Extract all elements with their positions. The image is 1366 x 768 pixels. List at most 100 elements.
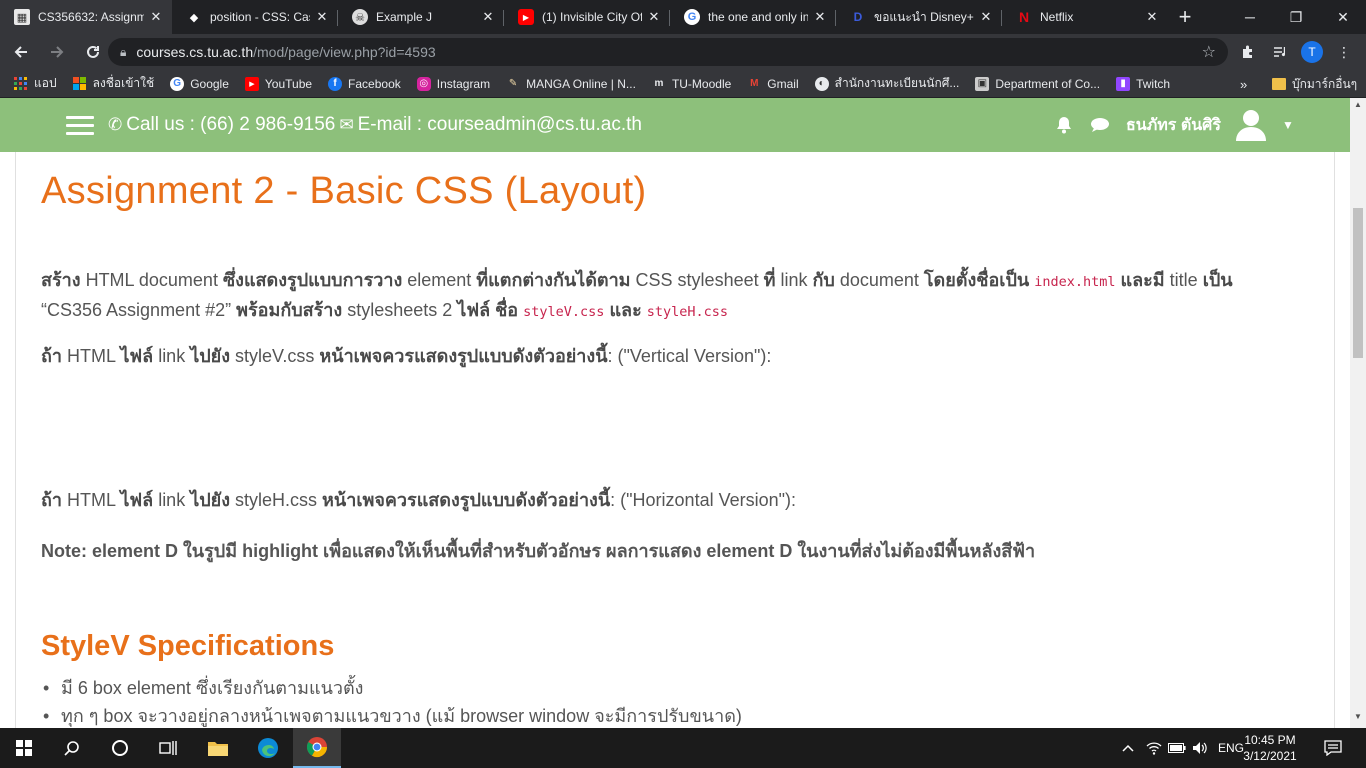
notifications-bell-icon[interactable] [1056, 98, 1072, 152]
bookmark-apps[interactable]: แอป [14, 74, 57, 93]
disney-icon: D [853, 10, 863, 24]
moodle-icon: m [654, 78, 664, 89]
contact-info: ✆ Call us : (66) 2 986-9156 ✉ E-mail : c… [108, 98, 642, 152]
google-icon: G [170, 76, 185, 91]
tab-title: position - CSS: Cas [210, 10, 310, 24]
spec-list: มี 6 box element ซึ่งเรียงกันตามแนวตั้ง … [41, 674, 742, 728]
page-title: Assignment 2 - Basic CSS (Layout) [41, 170, 647, 212]
menu-kebab-icon[interactable]: ⋮ [1330, 38, 1358, 66]
bookmark-department[interactable]: ▣ Department of Co... [975, 76, 1101, 91]
tab-title: Example J [376, 10, 433, 24]
profile-avatar[interactable]: T [1298, 38, 1326, 66]
tab-google-search[interactable]: G the one and only in ✕ [670, 0, 836, 34]
url-host: courses.cs.tu.ac.th [136, 44, 254, 60]
battery-icon[interactable] [1168, 728, 1186, 768]
bookmark-signin[interactable]: ลงชื่อเข้าใช้ [72, 74, 155, 93]
user-name[interactable]: ธนภัทร ตันศิริ [1126, 98, 1221, 152]
section-title: StyleV Specifications [41, 630, 335, 662]
reload-button[interactable] [78, 37, 108, 67]
email-text: E-mail : courseadmin@cs.tu.ac.th [357, 114, 642, 135]
tab-invisible-city[interactable]: ▶ (1) Invisible City Of ✕ [504, 0, 670, 34]
messages-bubble-icon[interactable] [1090, 98, 1110, 152]
volume-icon[interactable] [1192, 728, 1208, 768]
vertical-version-paragraph: ถ้า HTML ไฟล์ link ไปยัง styleV.css หน้า… [41, 346, 772, 366]
close-icon[interactable]: ✕ [812, 9, 828, 25]
bookmark-facebook[interactable]: f Facebook [328, 76, 401, 91]
bookmark-youtube[interactable]: ▶ YouTube [244, 76, 312, 91]
bookmark-star-icon[interactable]: ☆ [1202, 42, 1216, 62]
system-clock[interactable]: 10:45 PM 3/12/2021 [1242, 732, 1298, 764]
bookmark-twitch[interactable]: ▮ Twitch [1116, 76, 1170, 91]
bookmark-google[interactable]: G Google [170, 76, 229, 91]
tab-example-j[interactable]: ☠ Example J ✕ [338, 0, 504, 34]
close-icon[interactable]: ✕ [978, 9, 994, 25]
scroll-up-arrow-icon[interactable]: ▲ [1350, 100, 1366, 114]
user-avatar-icon[interactable] [1234, 98, 1268, 152]
bookmark-tu-moodle[interactable]: m TU-Moodle [652, 77, 731, 91]
user-menu-caret-icon[interactable]: ▼ [1282, 98, 1294, 152]
call-us-text: Call us : (66) 2 986-9156 [126, 114, 336, 135]
media-control-icon[interactable] [1266, 38, 1294, 66]
tab-disney-plus[interactable]: D ขอแนะนำ Disney+ ✕ [836, 0, 1002, 34]
close-icon[interactable]: ✕ [314, 9, 330, 25]
back-button[interactable] [6, 37, 36, 67]
bookmark-label: ลงชื่อเข้าใช้ [92, 76, 155, 90]
bookmark-label: Instagram [436, 76, 491, 91]
show-hidden-icons-icon[interactable] [1122, 728, 1134, 768]
search-icon[interactable] [48, 728, 96, 768]
note-text: Note: element D ในรูปมี highlight เพื่อแ… [41, 541, 1036, 561]
bookmark-manga[interactable]: ✎ MANGA Online | N... [506, 77, 636, 91]
new-tab-button[interactable]: + [1168, 0, 1202, 34]
restore-button[interactable]: ❐ [1273, 0, 1319, 34]
twitch-icon: ▮ [1116, 76, 1131, 91]
tab-netflix[interactable]: N Netflix ✕ [1002, 0, 1168, 34]
close-window-button[interactable]: ✕ [1320, 0, 1366, 34]
wifi-icon[interactable] [1146, 728, 1162, 768]
page-viewport: ✆ Call us : (66) 2 986-9156 ✉ E-mail : c… [0, 98, 1350, 728]
file-explorer-icon[interactable] [194, 728, 242, 768]
close-icon[interactable]: ✕ [646, 9, 662, 25]
scrollbar-thumb[interactable] [1353, 208, 1363, 358]
bookmark-label: TU-Moodle [671, 76, 732, 91]
extensions-icon[interactable] [1234, 38, 1262, 66]
cortana-icon[interactable] [96, 728, 144, 768]
forward-button[interactable] [42, 37, 72, 67]
bookmark-instagram[interactable]: ◎ Instagram [416, 76, 491, 91]
youtube-icon: ▶ [244, 76, 259, 91]
microsoft-icon [72, 76, 87, 91]
other-bookmarks-label: บุ๊กมาร์กอื่นๆ [1292, 76, 1358, 91]
tab-title: Netflix [1040, 10, 1074, 24]
code-styleh-css: styleH.css [646, 304, 729, 320]
close-icon[interactable]: ✕ [148, 9, 164, 25]
clock-date: 3/12/2021 [1243, 749, 1297, 763]
tab-position-css[interactable]: ◆ position - CSS: Cas ✕ [172, 0, 338, 34]
chrome-browser-icon[interactable] [293, 728, 341, 768]
page-scrollbar[interactable]: ▲ ▼ [1350, 98, 1366, 728]
url-path: /mod/page/view.php?id=4593 [253, 44, 436, 60]
bookmark-registrar[interactable]: ◐ สำนักงานทะเบียนนักศึ... [814, 74, 960, 93]
bookmark-label: Facebook [348, 76, 401, 91]
bookmark-label: MANGA Online | N... [526, 76, 636, 91]
bookmarks-bar: แอป ลงชื่อเข้าใช้ G Google ▶ YouTube f F… [0, 70, 1366, 98]
bookmark-label: Department of Co... [995, 76, 1101, 91]
edge-browser-icon[interactable] [244, 728, 292, 768]
close-icon[interactable]: ✕ [480, 9, 496, 25]
bookmarks-overflow-button[interactable]: » [1240, 70, 1247, 98]
notifications-icon[interactable] [1324, 728, 1342, 768]
close-icon[interactable]: ✕ [1144, 9, 1160, 25]
hamburger-menu-icon[interactable] [66, 116, 94, 136]
windows-taskbar: ENG 10:45 PM 3/12/2021 [0, 728, 1366, 768]
language-indicator[interactable]: ENG [1218, 728, 1244, 768]
lock-icon[interactable]: 🔒︎ [120, 45, 126, 60]
tab-cs356632[interactable]: ▦ CS356632: Assignme ✕ [0, 0, 172, 34]
minimize-button[interactable]: ─ [1227, 0, 1273, 34]
windows-start-icon[interactable] [0, 728, 48, 768]
bookmark-gmail[interactable]: M Gmail [747, 77, 799, 91]
other-bookmarks[interactable]: บุ๊กมาร์กอื่นๆ [1272, 70, 1357, 98]
bookmark-label: สำนักงานทะเบียนนักศึ... [834, 76, 960, 90]
code-index-html: index.html [1034, 274, 1116, 290]
task-view-icon[interactable] [144, 728, 192, 768]
address-bar[interactable]: 🔒︎ courses.cs.tu.ac.th /mod/page/view.ph… [108, 38, 1228, 66]
scroll-down-arrow-icon[interactable]: ▼ [1350, 712, 1366, 726]
youtube-icon: ▶ [518, 9, 534, 25]
